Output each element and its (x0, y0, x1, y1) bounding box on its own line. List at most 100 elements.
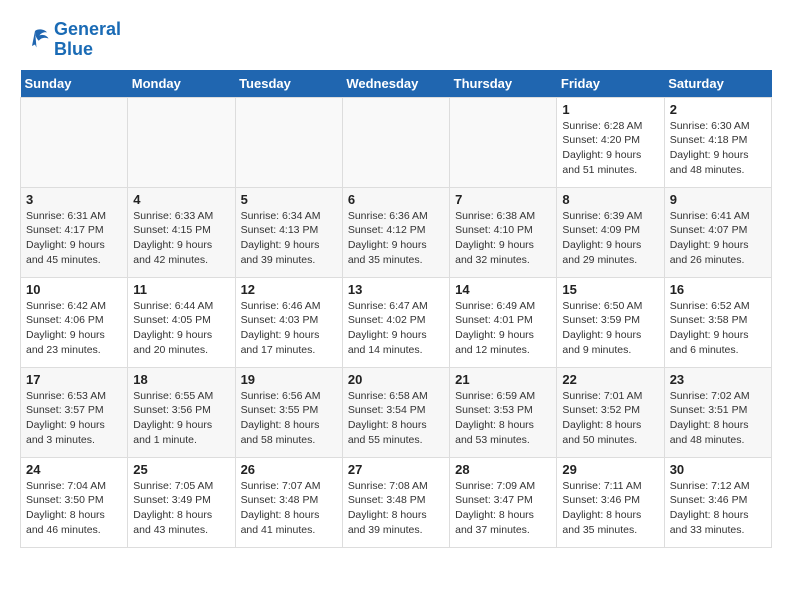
day-number: 25 (133, 462, 229, 477)
calendar-cell (342, 97, 449, 187)
column-header-saturday: Saturday (664, 70, 771, 98)
logo-icon (20, 25, 50, 55)
day-number: 11 (133, 282, 229, 297)
calendar-cell: 3 Sunrise: 6:31 AM Sunset: 4:17 PM Daylig… (21, 187, 128, 277)
calendar-cell: 8 Sunrise: 6:39 AM Sunset: 4:09 PM Daylig… (557, 187, 664, 277)
calendar-cell: 22 Sunrise: 7:01 AM Sunset: 3:52 PM Dayli… (557, 367, 664, 457)
day-info: Sunrise: 6:28 AM Sunset: 4:20 PM Dayligh… (562, 119, 658, 178)
day-info: Sunrise: 6:59 AM Sunset: 3:53 PM Dayligh… (455, 389, 551, 448)
calendar-cell: 27 Sunrise: 7:08 AM Sunset: 3:48 PM Dayli… (342, 457, 449, 547)
day-number: 24 (26, 462, 122, 477)
calendar-cell: 17 Sunrise: 6:53 AM Sunset: 3:57 PM Dayli… (21, 367, 128, 457)
week-row-1: 1 Sunrise: 6:28 AM Sunset: 4:20 PM Daylig… (21, 97, 772, 187)
day-info: Sunrise: 6:31 AM Sunset: 4:17 PM Dayligh… (26, 209, 122, 268)
calendar-cell: 24 Sunrise: 7:04 AM Sunset: 3:50 PM Dayli… (21, 457, 128, 547)
day-info: Sunrise: 6:41 AM Sunset: 4:07 PM Dayligh… (670, 209, 766, 268)
week-row-3: 10 Sunrise: 6:42 AM Sunset: 4:06 PM Dayli… (21, 277, 772, 367)
day-number: 30 (670, 462, 766, 477)
calendar-cell: 28 Sunrise: 7:09 AM Sunset: 3:47 PM Dayli… (450, 457, 557, 547)
day-number: 4 (133, 192, 229, 207)
day-info: Sunrise: 7:02 AM Sunset: 3:51 PM Dayligh… (670, 389, 766, 448)
page-header: General Blue (20, 20, 772, 60)
calendar-cell: 7 Sunrise: 6:38 AM Sunset: 4:10 PM Daylig… (450, 187, 557, 277)
day-number: 7 (455, 192, 551, 207)
column-header-tuesday: Tuesday (235, 70, 342, 98)
column-header-wednesday: Wednesday (342, 70, 449, 98)
calendar-cell: 23Sunrise: 7:02 AM Sunset: 3:51 PM Dayli… (664, 367, 771, 457)
column-header-friday: Friday (557, 70, 664, 98)
day-info: Sunrise: 6:49 AM Sunset: 4:01 PM Dayligh… (455, 299, 551, 358)
calendar-cell (21, 97, 128, 187)
day-info: Sunrise: 6:33 AM Sunset: 4:15 PM Dayligh… (133, 209, 229, 268)
calendar-cell: 6 Sunrise: 6:36 AM Sunset: 4:12 PM Daylig… (342, 187, 449, 277)
day-number: 26 (241, 462, 337, 477)
day-info: Sunrise: 6:30 AM Sunset: 4:18 PM Dayligh… (670, 119, 766, 178)
day-number: 27 (348, 462, 444, 477)
day-number: 28 (455, 462, 551, 477)
day-info: Sunrise: 7:01 AM Sunset: 3:52 PM Dayligh… (562, 389, 658, 448)
calendar-cell: 19 Sunrise: 6:56 AM Sunset: 3:55 PM Dayli… (235, 367, 342, 457)
calendar-cell (235, 97, 342, 187)
day-info: Sunrise: 7:12 AM Sunset: 3:46 PM Dayligh… (670, 479, 766, 538)
day-info: Sunrise: 6:56 AM Sunset: 3:55 PM Dayligh… (241, 389, 337, 448)
day-info: Sunrise: 6:34 AM Sunset: 4:13 PM Dayligh… (241, 209, 337, 268)
day-info: Sunrise: 6:46 AM Sunset: 4:03 PM Dayligh… (241, 299, 337, 358)
calendar-cell: 10 Sunrise: 6:42 AM Sunset: 4:06 PM Dayli… (21, 277, 128, 367)
week-row-5: 24 Sunrise: 7:04 AM Sunset: 3:50 PM Dayli… (21, 457, 772, 547)
day-info: Sunrise: 6:39 AM Sunset: 4:09 PM Dayligh… (562, 209, 658, 268)
week-row-2: 3 Sunrise: 6:31 AM Sunset: 4:17 PM Daylig… (21, 187, 772, 277)
day-info: Sunrise: 6:42 AM Sunset: 4:06 PM Dayligh… (26, 299, 122, 358)
day-number: 8 (562, 192, 658, 207)
day-info: Sunrise: 7:07 AM Sunset: 3:48 PM Dayligh… (241, 479, 337, 538)
day-number: 9 (670, 192, 766, 207)
calendar-cell: 21Sunrise: 6:59 AM Sunset: 3:53 PM Dayli… (450, 367, 557, 457)
day-info: Sunrise: 6:36 AM Sunset: 4:12 PM Dayligh… (348, 209, 444, 268)
day-info: Sunrise: 6:53 AM Sunset: 3:57 PM Dayligh… (26, 389, 122, 448)
calendar-cell: 26 Sunrise: 7:07 AM Sunset: 3:48 PM Dayli… (235, 457, 342, 547)
day-info: Sunrise: 7:05 AM Sunset: 3:49 PM Dayligh… (133, 479, 229, 538)
week-row-4: 17 Sunrise: 6:53 AM Sunset: 3:57 PM Dayli… (21, 367, 772, 457)
day-number: 12 (241, 282, 337, 297)
day-number: 22 (562, 372, 658, 387)
day-number: 19 (241, 372, 337, 387)
day-number: 16 (670, 282, 766, 297)
day-number: 1 (562, 102, 658, 117)
calendar-cell: 25 Sunrise: 7:05 AM Sunset: 3:49 PM Dayli… (128, 457, 235, 547)
day-number: 14 (455, 282, 551, 297)
calendar-cell: 5Sunrise: 6:34 AM Sunset: 4:13 PM Daylig… (235, 187, 342, 277)
logo: General Blue (20, 20, 121, 60)
day-number: 10 (26, 282, 122, 297)
calendar-cell: 2 Sunrise: 6:30 AM Sunset: 4:18 PM Daylig… (664, 97, 771, 187)
calendar-cell: 1 Sunrise: 6:28 AM Sunset: 4:20 PM Daylig… (557, 97, 664, 187)
day-info: Sunrise: 7:08 AM Sunset: 3:48 PM Dayligh… (348, 479, 444, 538)
day-number: 29 (562, 462, 658, 477)
day-number: 15 (562, 282, 658, 297)
calendar-cell: 15 Sunrise: 6:50 AM Sunset: 3:59 PM Dayli… (557, 277, 664, 367)
calendar-cell: 14 Sunrise: 6:49 AM Sunset: 4:01 PM Dayli… (450, 277, 557, 367)
day-info: Sunrise: 7:09 AM Sunset: 3:47 PM Dayligh… (455, 479, 551, 538)
calendar-table: SundayMondayTuesdayWednesdayThursdayFrid… (20, 70, 772, 548)
day-info: Sunrise: 6:47 AM Sunset: 4:02 PM Dayligh… (348, 299, 444, 358)
calendar-cell: 20 Sunrise: 6:58 AM Sunset: 3:54 PM Dayli… (342, 367, 449, 457)
calendar-cell: 30 Sunrise: 7:12 AM Sunset: 3:46 PM Dayli… (664, 457, 771, 547)
day-info: Sunrise: 7:04 AM Sunset: 3:50 PM Dayligh… (26, 479, 122, 538)
day-info: Sunrise: 7:11 AM Sunset: 3:46 PM Dayligh… (562, 479, 658, 538)
day-info: Sunrise: 6:50 AM Sunset: 3:59 PM Dayligh… (562, 299, 658, 358)
calendar-header-row: SundayMondayTuesdayWednesdayThursdayFrid… (21, 70, 772, 98)
calendar-cell: 29 Sunrise: 7:11 AM Sunset: 3:46 PM Dayli… (557, 457, 664, 547)
day-number: 2 (670, 102, 766, 117)
column-header-thursday: Thursday (450, 70, 557, 98)
day-info: Sunrise: 6:38 AM Sunset: 4:10 PM Dayligh… (455, 209, 551, 268)
day-info: Sunrise: 6:52 AM Sunset: 3:58 PM Dayligh… (670, 299, 766, 358)
calendar-cell: 12 Sunrise: 6:46 AM Sunset: 4:03 PM Dayli… (235, 277, 342, 367)
day-number: 17 (26, 372, 122, 387)
day-number: 20 (348, 372, 444, 387)
logo-text: General Blue (54, 20, 121, 60)
day-info: Sunrise: 6:55 AM Sunset: 3:56 PM Dayligh… (133, 389, 229, 448)
calendar-cell (450, 97, 557, 187)
day-number: 3 (26, 192, 122, 207)
day-number: 6 (348, 192, 444, 207)
calendar-cell: 9 Sunrise: 6:41 AM Sunset: 4:07 PM Daylig… (664, 187, 771, 277)
day-number: 18 (133, 372, 229, 387)
day-info: Sunrise: 6:58 AM Sunset: 3:54 PM Dayligh… (348, 389, 444, 448)
